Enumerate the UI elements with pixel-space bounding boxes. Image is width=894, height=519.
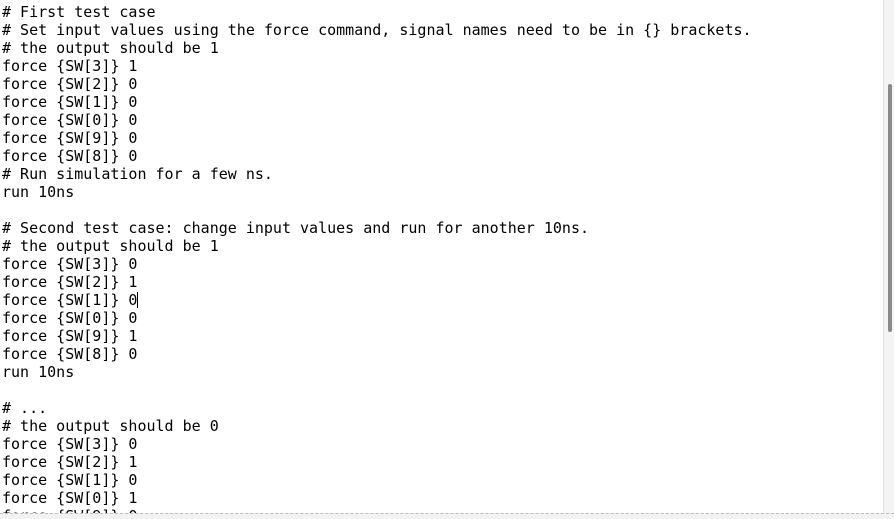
code-line[interactable]: force {SW[0]} 0 <box>2 111 884 129</box>
text-editor[interactable]: # First test case # Set input values usin… <box>0 0 884 514</box>
code-line[interactable]: run 10ns <box>2 183 884 201</box>
code-line[interactable]: force {SW[3]} 0 <box>2 435 884 453</box>
code-line[interactable]: force {SW[2]} 1 <box>2 453 884 471</box>
code-line[interactable]: force {SW[0]} 1 <box>2 489 884 507</box>
code-line[interactable]: force {SW[9]} 0 <box>2 129 884 147</box>
text-caret <box>137 292 139 308</box>
code-line[interactable]: force {SW[1]} 0 <box>2 93 884 111</box>
code-line[interactable] <box>2 201 884 219</box>
code-line[interactable]: # the output should be 0 <box>2 417 884 435</box>
code-line[interactable]: force {SW[9]} 1 <box>2 327 884 345</box>
editor-bottom-edge <box>0 513 894 519</box>
code-line[interactable]: run 10ns <box>2 363 884 381</box>
code-line[interactable]: force {SW[1]} 0 <box>2 471 884 489</box>
code-line[interactable]: force {SW[2]} 1 <box>2 273 884 291</box>
code-line[interactable]: # Run simulation for a few ns. <box>2 165 884 183</box>
code-line[interactable]: # ... <box>2 399 884 417</box>
vertical-scrollbar[interactable] <box>883 0 894 514</box>
code-line[interactable]: force {SW[2]} 0 <box>2 75 884 93</box>
code-line[interactable]: force {SW[3]} 1 <box>2 57 884 75</box>
code-line[interactable] <box>2 381 884 399</box>
code-line[interactable]: # the output should be 1 <box>2 39 884 57</box>
code-line[interactable]: # First test case <box>2 3 884 21</box>
code-line[interactable]: force {SW[3]} 0 <box>2 255 884 273</box>
code-line[interactable]: force {SW[1]} 0 <box>2 291 884 309</box>
code-line[interactable]: # Second test case: change input values … <box>2 219 884 237</box>
scrollbar-thumb[interactable] <box>888 84 892 332</box>
code-line[interactable]: force {SW[8]} 0 <box>2 147 884 165</box>
code-area[interactable]: # First test case # Set input values usin… <box>0 0 884 514</box>
code-line[interactable]: # the output should be 1 <box>2 237 884 255</box>
code-line[interactable]: # Set input values using the force comma… <box>2 21 884 39</box>
code-line[interactable]: force {SW[8]} 0 <box>2 345 884 363</box>
code-line[interactable]: force {SW[0]} 0 <box>2 309 884 327</box>
